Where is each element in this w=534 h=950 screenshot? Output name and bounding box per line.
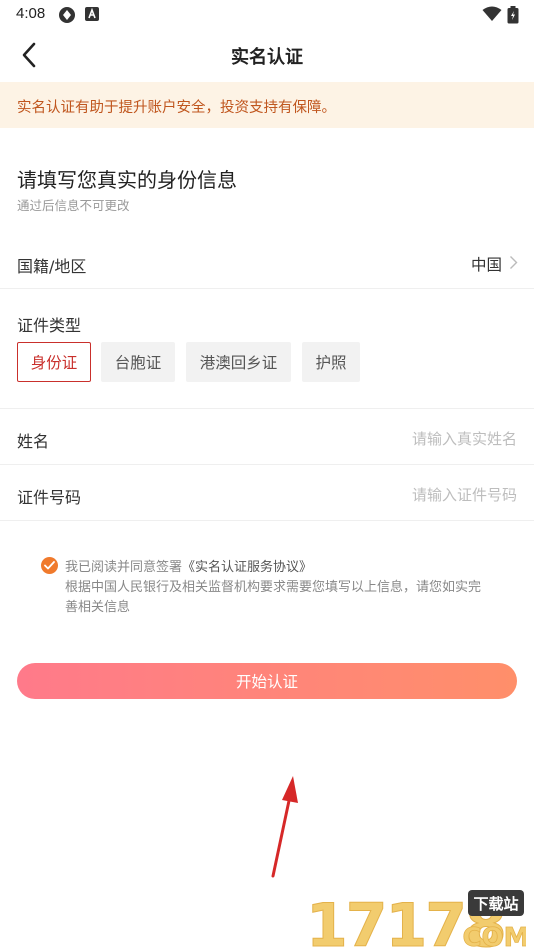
wifi-icon [482, 6, 502, 26]
nav-bar: 实名认证 [0, 28, 534, 82]
id-type-option-passport[interactable]: 护照 [302, 342, 360, 382]
nationality-value: 中国 [470, 256, 502, 274]
id-type-option-id-card[interactable]: 身份证 [17, 342, 91, 382]
name-label: 姓名 [17, 432, 50, 451]
agreement-prefix: 我已阅读并同意签署 [65, 560, 183, 575]
agreement-line-3: 善相关信息 [65, 600, 131, 615]
watermark-logo: 17178 下载站 COM [306, 888, 530, 950]
watermark-tag: 下载站 [473, 895, 518, 913]
agreement-line-2: 根据中国人民银行及相关监督机构要求需要您填写以上信息，请您如实完 [65, 580, 482, 595]
id-number-label: 证件号码 [17, 488, 82, 507]
status-time: 4:08 [16, 5, 46, 22]
page-title: 实名认证 [231, 47, 303, 68]
battery-icon [507, 6, 519, 28]
id-type-label: 证件类型 [17, 316, 82, 335]
notice-text: 实名认证有助于提升账户安全，投资支持有保障。 [17, 100, 336, 116]
nationality-label: 国籍/地区 [17, 257, 87, 276]
id-type-option-taiwan-permit[interactable]: 台胞证 [101, 342, 175, 382]
app-a-icon [84, 6, 100, 26]
divider [0, 520, 534, 521]
divider [0, 288, 534, 289]
status-bar: 4:08 [0, 0, 534, 28]
id-number-input[interactable]: 请输入证件号码 [412, 484, 517, 505]
form-subheading: 通过后信息不可更改 [17, 198, 130, 213]
chevron-right-icon [509, 255, 518, 274]
arrow-annotation [271, 776, 298, 878]
agreement-link[interactable]: 《实名认证服务协议》 [182, 560, 312, 575]
name-row[interactable]: 姓名 请输入真实姓名 [0, 409, 534, 464]
form-heading: 请填写您真实的身份信息 [17, 168, 237, 192]
watermark-domain: COM [462, 923, 526, 948]
name-input[interactable]: 请输入真实姓名 [412, 428, 517, 449]
notice-banner: 实名认证有助于提升账户安全，投资支持有保障。 [0, 82, 534, 128]
id-type-option-hk-macau-permit[interactable]: 港澳回乡证 [186, 342, 291, 382]
check-icon [44, 561, 55, 570]
photo-icon [58, 6, 76, 28]
agreement-line-1: 我已阅读并同意签署《实名认证服务协议》 [65, 556, 312, 575]
agreement-checkbox[interactable] [41, 557, 58, 574]
id-number-row[interactable]: 证件号码 请输入证件号码 [0, 465, 534, 520]
start-verification-button[interactable]: 开始认证 [17, 663, 517, 699]
nationality-row[interactable]: 国籍/地区 中国 [0, 236, 534, 288]
